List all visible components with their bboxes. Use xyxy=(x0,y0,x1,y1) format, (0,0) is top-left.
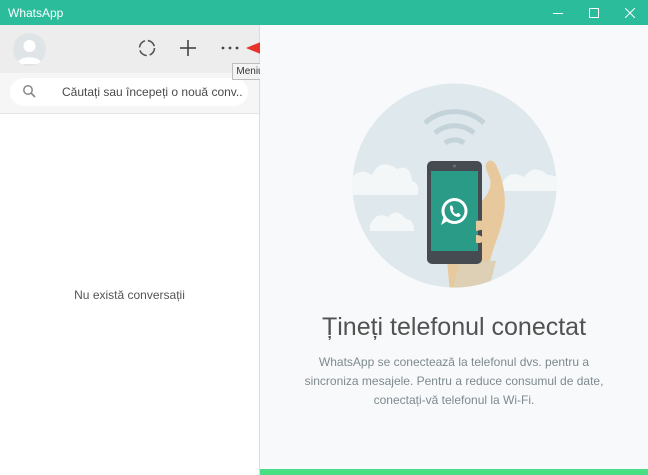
menu-button[interactable] xyxy=(217,35,243,61)
more-dots-icon xyxy=(221,46,239,50)
plus-icon xyxy=(180,40,196,56)
minimize-icon xyxy=(553,12,563,14)
sync-progress-bar xyxy=(260,469,648,475)
search-box[interactable] xyxy=(10,78,248,106)
search-icon xyxy=(23,85,36,98)
person-avatar-icon xyxy=(17,40,42,64)
chat-list-panel: Nu există conversații xyxy=(0,25,260,475)
status-button[interactable] xyxy=(134,35,160,61)
window-title: WhatsApp xyxy=(8,6,64,20)
empty-chats-text: Nu există conversații xyxy=(74,288,185,302)
new-chat-button[interactable] xyxy=(175,35,201,61)
close-button[interactable] xyxy=(612,0,648,25)
status-ring-icon xyxy=(138,39,156,57)
search-input[interactable] xyxy=(62,82,242,102)
phone-connected-illustration xyxy=(352,83,557,288)
maximize-button[interactable] xyxy=(576,0,612,25)
maximize-icon xyxy=(589,7,599,18)
sidebar-header xyxy=(0,25,259,73)
minimize-button[interactable] xyxy=(540,0,576,25)
title-bar: WhatsApp xyxy=(0,0,648,25)
intro-panel: Țineți telefonul conectat WhatsApp se co… xyxy=(260,25,648,475)
profile-avatar[interactable] xyxy=(13,33,46,66)
sync-progress-fill xyxy=(260,469,648,475)
connect-phone-description: WhatsApp se conectează la telefonul dvs.… xyxy=(304,355,604,407)
search-bar xyxy=(0,73,259,114)
connect-phone-heading: Țineți telefonul conectat xyxy=(321,313,587,341)
close-icon xyxy=(625,7,635,18)
